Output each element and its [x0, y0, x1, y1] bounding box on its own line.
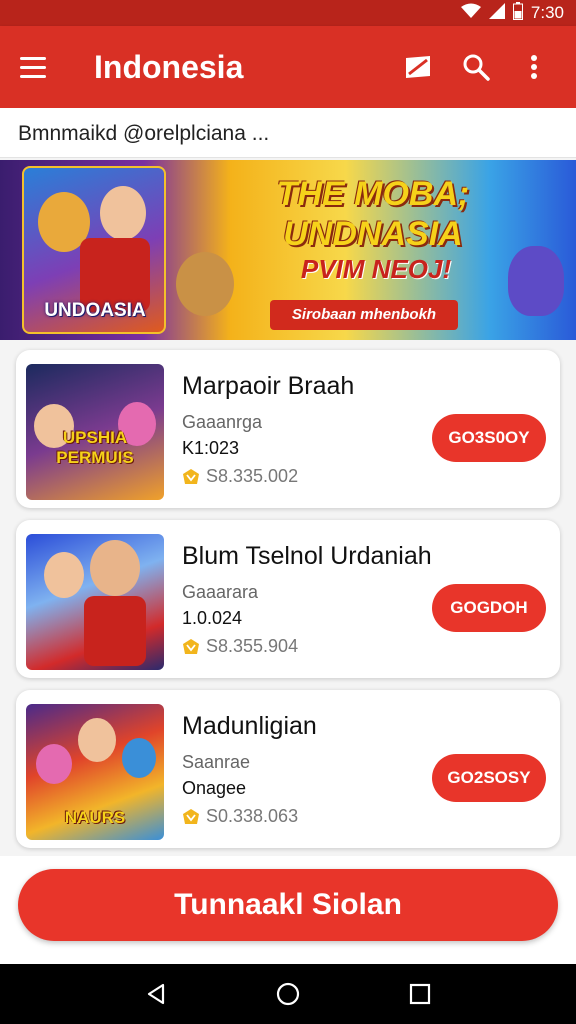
- coin-icon: [183, 808, 199, 824]
- banner-subheadline: PVIM NEOJ!: [300, 254, 452, 284]
- wifi-icon: [460, 3, 481, 23]
- game-meta: 1.0.024: [182, 608, 243, 628]
- character-image: [122, 738, 156, 778]
- game-genre: Gaaarara: [182, 582, 259, 602]
- subtitle-text: Bmnmaikd @orelplciana ...: [0, 108, 576, 158]
- app-bar: Indonesia: [0, 26, 576, 108]
- game-title: Madunligian: [182, 712, 317, 740]
- game-price-value: S8.355.904: [206, 636, 299, 656]
- screen: 7:30 Indonesia Bmnmaikd @orelplciana ...…: [0, 0, 576, 1024]
- game-thumbnail: [26, 534, 164, 670]
- battery-icon: [512, 2, 523, 24]
- monkey-character-image: [176, 252, 234, 316]
- get-game-button[interactable]: GO2SOSY: [432, 754, 546, 802]
- game-price-value: S8.335.002: [206, 466, 299, 486]
- mascot-character-image: [508, 246, 564, 316]
- back-icon[interactable]: [136, 974, 176, 1014]
- game-meta: K1:023: [182, 438, 240, 458]
- game-title: Marpaoir Braah: [182, 372, 355, 400]
- cta-container: Tunnaakl Siolan: [0, 856, 576, 964]
- character-image: [44, 552, 84, 598]
- game-card[interactable]: NAURS Madunligian Saanrae Onagee S0.338.…: [16, 690, 560, 848]
- thumbnail-label: NAURS: [64, 808, 126, 827]
- recents-icon[interactable]: [400, 974, 440, 1014]
- game-thumbnail: NAURS: [26, 704, 164, 840]
- character-image: [84, 596, 146, 666]
- game-thumbnail: UPSHIA PERMUIS: [26, 364, 164, 500]
- game-price: S0.338.063: [182, 806, 298, 827]
- character-image: [78, 718, 116, 762]
- character-image: [36, 744, 72, 784]
- primary-cta-button[interactable]: Tunnaakl Siolan: [18, 869, 558, 941]
- promo-banner[interactable]: UNDOASIA THE MOBA; UNDNASIA PVIM NEOJ! S…: [0, 160, 576, 340]
- search-icon[interactable]: [454, 45, 498, 89]
- banner-game-art: UNDOASIA: [22, 166, 166, 334]
- banner-headline: THE MOBA; UNDNASIA: [276, 175, 470, 253]
- banner-art-label: UNDOASIA: [44, 300, 146, 321]
- get-game-button[interactable]: GO3S0OY: [432, 414, 546, 462]
- game-genre: Gaaanrga: [182, 412, 263, 432]
- character-image: [90, 540, 140, 596]
- game-price: S8.335.002: [182, 466, 298, 487]
- thumbnail-label: UPSHIA PERMUIS: [56, 428, 134, 467]
- home-icon[interactable]: [268, 974, 308, 1014]
- game-card[interactable]: UPSHIA PERMUIS Marpaoir Braah Gaaanrga K…: [16, 350, 560, 508]
- signal-icon: [488, 3, 505, 23]
- game-price-value: S0.338.063: [206, 806, 299, 826]
- game-list: UPSHIA PERMUIS Marpaoir Braah Gaaanrga K…: [0, 340, 576, 860]
- app-title: Indonesia: [94, 48, 244, 85]
- game-genre: Saanrae: [182, 752, 251, 772]
- game-price: S8.355.904: [182, 636, 298, 657]
- banner-ribbon: Sirobaan mhenbokh: [270, 300, 458, 330]
- status-bar: 7:30: [0, 0, 576, 26]
- system-nav-bar: [0, 964, 576, 1024]
- menu-icon[interactable]: [20, 49, 56, 85]
- get-game-button[interactable]: GOGDOH: [432, 584, 546, 632]
- game-meta: Onagee: [182, 778, 247, 798]
- status-time: 7:30: [530, 3, 564, 22]
- game-title: Blum Tselnol Urdaniah: [182, 542, 432, 570]
- game-card[interactable]: Blum Tselnol Urdaniah Gaaarara 1.0.024 S…: [16, 520, 560, 678]
- more-vert-icon[interactable]: [512, 45, 556, 89]
- coin-icon: [183, 638, 199, 654]
- coin-icon: [183, 468, 199, 484]
- flag-icon[interactable]: [396, 45, 440, 89]
- character-image: [100, 186, 146, 240]
